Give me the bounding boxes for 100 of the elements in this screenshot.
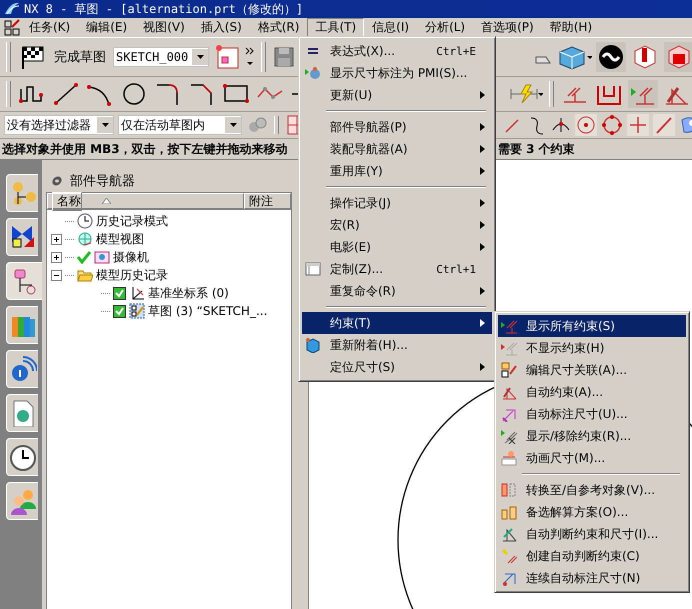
menu-item[interactable]: 显示/移除约束(R)...: [498, 425, 686, 447]
visibility-checkbox[interactable]: [113, 304, 126, 318]
hide-constraints-icon: [501, 340, 517, 356]
tree-item[interactable]: 模型视图: [96, 230, 144, 248]
app-logo-icon: [4, 2, 20, 16]
tree-item[interactable]: 草图 (3) “SKETCH_...: [148, 302, 268, 320]
menu-item[interactable]: 重复命令(R): [302, 280, 492, 302]
menu-item[interactable]: 宏(R): [302, 214, 492, 236]
finish-sketch-button[interactable]: 完成草图: [51, 46, 109, 68]
menu-item[interactable]: 电影(E): [302, 236, 492, 258]
menu-item[interactable]: 重用库(Y): [302, 160, 492, 182]
sort-ascending-icon: [102, 198, 111, 204]
menu-item[interactable]: 自动判断约束和尺寸(I)...: [498, 523, 686, 545]
menu-item[interactable]: 首选项(P): [473, 18, 542, 37]
submenu-arrow-icon: [480, 91, 486, 99]
display-mode-icon[interactable]: [596, 42, 626, 72]
existing-point-icon[interactable]: [627, 114, 649, 136]
menu-item[interactable]: 格式(R): [250, 18, 308, 37]
expand-toggle[interactable]: [51, 234, 62, 244]
navigator-pin-icon: [50, 174, 64, 188]
menu-item[interactable]: 定位尺寸(S): [302, 356, 492, 378]
panel-title: 部件导航器: [70, 173, 135, 190]
menu-item[interactable]: 编辑尺寸关联(A)...: [498, 359, 686, 381]
sketch-view-icon[interactable]: [213, 43, 242, 71]
menu-item[interactable]: 备选解算方案(O)...: [498, 501, 686, 523]
prompt-text: 选择对象并使用 MB3，双击，按下左键并拖动来移动: [2, 140, 289, 158]
submenu-arrow-icon: [480, 123, 486, 131]
menu-item[interactable]: 自动约束(A)...: [498, 381, 686, 403]
plus-icon: [53, 254, 60, 260]
menu-item[interactable]: 操作记录(J): [302, 192, 492, 214]
menu-item[interactable]: 显示尺寸标注为 PMI(S)...: [302, 62, 492, 84]
navigator-tab[interactable]: [6, 218, 38, 256]
submenu-arrow-icon: [480, 199, 486, 207]
tree-item[interactable]: 模型历史记录: [96, 266, 168, 284]
center-point-icon[interactable]: [575, 114, 597, 136]
quadrant-point-icon[interactable]: [601, 114, 623, 136]
convert-reference-icon: [501, 482, 517, 498]
tree-item[interactable]: 基准坐标系 (0): [148, 284, 229, 302]
tree-item[interactable]: 摄像机: [113, 248, 149, 266]
window-title: NX 8 - 草图 - [alternation.prt（修改的）]: [24, 0, 304, 18]
menu-item[interactable]: 不显示约束(H): [498, 337, 686, 359]
clock-icon: [77, 213, 93, 229]
menu-item[interactable]: 部件导航器(P): [302, 116, 492, 138]
column-header[interactable]: 附注: [244, 193, 291, 209]
menu-item[interactable]: 编辑(E): [78, 18, 136, 37]
sketch-feature-icon: [129, 303, 145, 319]
menu-item[interactable]: 连续自动标注尺寸(N): [498, 567, 686, 589]
reattach-cube-icon: [305, 337, 321, 353]
sketch-name-dropdown[interactable]: SKETCH_000: [113, 47, 210, 67]
create-inferred-icon: [501, 548, 517, 564]
menu-item[interactable]: 显示所有约束(S): [498, 315, 686, 337]
menu-item[interactable]: 任务(K): [21, 18, 78, 37]
menu-item[interactable]: 视图(V): [135, 18, 193, 37]
animate-dimension-icon: [501, 450, 517, 466]
menu-item[interactable]: 约束(T): [302, 312, 492, 334]
submenu-arrow-icon: [480, 319, 486, 327]
expand-toggle[interactable]: [51, 252, 62, 262]
show-constraints-icon: [501, 318, 517, 334]
submenu-arrow-icon: [480, 221, 486, 229]
menu-item[interactable]: 自动标注尺寸(U)...: [498, 403, 686, 425]
task-menu-icon[interactable]: [3, 19, 21, 36]
show-remove-constraints-icon: [501, 428, 517, 444]
menu-item[interactable]: 转换至/自参考对象(V)...: [498, 479, 686, 501]
menu-item[interactable]: 插入(S): [192, 18, 250, 37]
menu-item[interactable]: 分析(L): [417, 18, 474, 37]
dropdown-caret-icon: [196, 55, 204, 59]
collapse-toggle[interactable]: [51, 270, 62, 280]
visibility-checkbox[interactable]: [113, 286, 126, 300]
menu-item[interactable]: 创建自动判断约束(C): [498, 545, 686, 567]
menu-item[interactable]: 装配导航器(A): [302, 138, 492, 160]
menu-item[interactable]: 信息(I): [364, 18, 418, 37]
tree-item[interactable]: 历史记录模式: [96, 212, 168, 230]
roles-people-icon: [8, 487, 36, 515]
submenu-arrow-icon: [480, 243, 486, 251]
check-mark-icon[interactable]: [77, 250, 91, 264]
model-view-icon: [77, 231, 93, 247]
edit-dimension-icon: [501, 362, 517, 378]
column-header[interactable]: 名称: [47, 193, 244, 209]
submenu-arrow-icon: [480, 167, 486, 175]
menu-item[interactable]: 表达式(X)... Ctrl+E: [302, 40, 492, 62]
alternate-solution-icon: [501, 504, 517, 520]
save-icon[interactable]: [272, 45, 296, 69]
submenu-arrow-icon: [480, 145, 486, 153]
selection-scope-dropdown[interactable]: 仅在活动草图内: [118, 115, 242, 135]
submenu-arrow-icon: [480, 287, 486, 295]
menu-item[interactable]: 定制(Z)... Ctrl+1: [302, 258, 492, 280]
menu-item[interactable]: 帮助(H): [542, 18, 600, 37]
show-constraints-icon[interactable]: [628, 80, 658, 108]
pmi-display-icon: [305, 65, 321, 81]
line-icon[interactable]: [51, 81, 81, 107]
menu-item[interactable]: 更新(U): [302, 84, 492, 106]
menu-item[interactable]: 动画尺寸(M)...: [498, 447, 686, 469]
menu-item[interactable]: 重新附着(H)...: [302, 334, 492, 356]
navigator-tab[interactable]: [6, 438, 38, 476]
hidden-cube-icon[interactable]: [664, 42, 692, 72]
history-clock-icon: [8, 443, 36, 471]
selection-filter-dropdown[interactable]: 没有选择过滤器: [4, 115, 114, 135]
camera-icon: [94, 249, 110, 265]
point-on-curve-icon[interactable]: [653, 114, 675, 136]
customize-window-icon: [305, 261, 321, 277]
